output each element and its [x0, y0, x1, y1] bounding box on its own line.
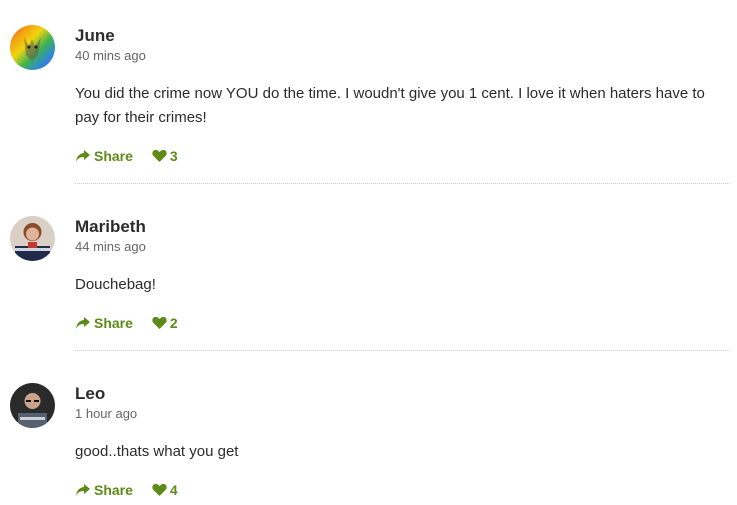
like-count: 4	[169, 482, 178, 498]
comment-divider	[75, 350, 730, 351]
comment-list: June 40 mins ago You did the crime now Y…	[0, 0, 737, 498]
comment-content: June 40 mins ago You did the crime now Y…	[75, 25, 730, 130]
like-count: 2	[169, 315, 178, 331]
comment-content: Maribeth 44 mins ago Douchebag!	[75, 216, 730, 297]
heart-icon	[152, 149, 167, 162]
person-avatar-icon	[10, 216, 55, 261]
avatar[interactable]	[10, 383, 55, 428]
avatar[interactable]	[10, 25, 55, 70]
like-button[interactable]: 2	[152, 315, 178, 331]
share-arrow-icon	[76, 150, 90, 162]
comment-item: June 40 mins ago You did the crime now Y…	[0, 0, 737, 184]
rainbow-avatar-icon	[10, 25, 55, 70]
comment-author[interactable]: Leo	[75, 383, 730, 405]
comment-text: good..thats what you get	[75, 443, 239, 460]
comment-text: Douchebag!	[75, 276, 156, 293]
comment-text: You did the crime now YOU do the time. I…	[75, 85, 705, 126]
like-button[interactable]: 3	[152, 148, 178, 164]
share-button[interactable]: Share	[75, 482, 133, 498]
comment-actions: Share 4	[75, 479, 178, 501]
share-label: Share	[94, 315, 133, 331]
comment-item: Leo 1 hour ago good..thats what you get …	[0, 358, 737, 505]
heart-icon	[152, 483, 167, 496]
comment-content: Leo 1 hour ago good..thats what you get	[75, 383, 730, 464]
comment-timestamp: 1 hour ago	[75, 406, 138, 421]
share-arrow-icon	[76, 484, 90, 496]
share-arrow-icon	[76, 317, 90, 329]
comment-actions: Share 2	[75, 312, 178, 334]
comment-author[interactable]: June	[75, 25, 730, 47]
avatar[interactable]	[10, 216, 55, 261]
comment-timestamp: 44 mins ago	[75, 239, 146, 254]
like-count: 3	[169, 148, 178, 164]
comment-item: Maribeth 44 mins ago Douchebag! Share 2	[0, 191, 737, 358]
share-button[interactable]: Share	[75, 315, 133, 331]
share-label: Share	[94, 148, 133, 164]
heart-icon	[152, 316, 167, 329]
comment-actions: Share 3	[75, 145, 178, 167]
share-label: Share	[94, 482, 133, 498]
comment-timestamp: 40 mins ago	[75, 48, 146, 63]
comment-divider	[75, 183, 730, 184]
comment-author[interactable]: Maribeth	[75, 216, 730, 238]
person-avatar-icon	[10, 383, 55, 428]
like-button[interactable]: 4	[152, 482, 178, 498]
share-button[interactable]: Share	[75, 148, 133, 164]
